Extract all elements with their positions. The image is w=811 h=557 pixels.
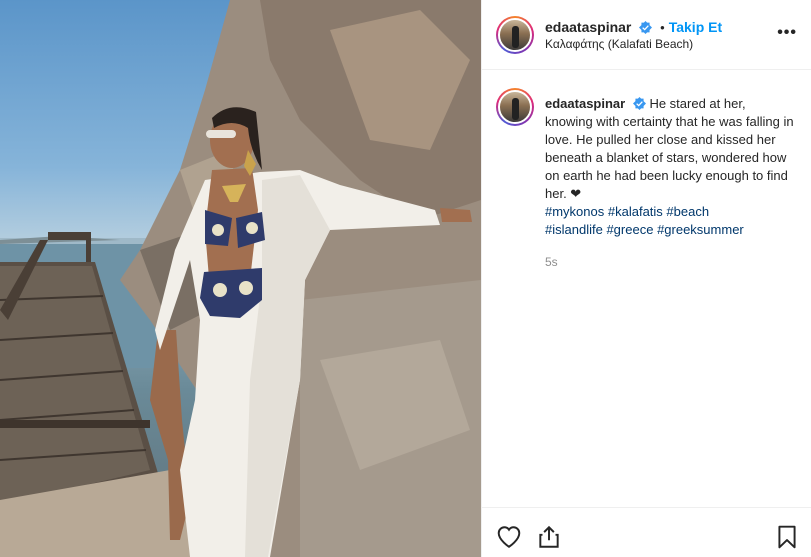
header-username[interactable]: edaataspinar (545, 19, 631, 35)
caption-text-block: edaataspinar He stared at her, knowing w… (545, 95, 795, 239)
post-photo[interactable] (0, 0, 481, 557)
hashtag-link[interactable]: #greeksummer (657, 222, 744, 237)
like-button[interactable] (496, 524, 522, 550)
hashtag-link[interactable]: #beach (666, 204, 709, 219)
bookmark-icon (778, 525, 796, 549)
more-options-icon[interactable]: ••• (777, 24, 797, 42)
heart-icon (497, 526, 521, 548)
caption-username[interactable]: edaataspinar (545, 96, 625, 111)
verified-badge-icon (639, 21, 653, 34)
photo-illustration (0, 0, 481, 557)
verified-badge-icon (632, 97, 646, 110)
caption-text: He stared at her, knowing with certainty… (545, 96, 794, 201)
save-button[interactable] (774, 524, 800, 550)
follow-button[interactable]: Takip Et (669, 19, 722, 35)
hashtag-link[interactable]: #kalafatis (608, 204, 663, 219)
post-timestamp[interactable]: 5s (545, 255, 558, 269)
hashtag-link[interactable]: #greece (606, 222, 653, 237)
action-bar (482, 507, 811, 557)
hashtag-link[interactable]: #mykonos (545, 204, 604, 219)
header-separator: • (660, 20, 665, 35)
caption-avatar[interactable] (496, 88, 534, 126)
post-details-panel: edaataspinar • Takip Et Καλαφάτης (Kalafa… (481, 0, 811, 557)
avatar[interactable] (496, 16, 534, 54)
location-link[interactable]: Καλαφάτης (Kalafati Beach) (545, 37, 693, 51)
post-header: edaataspinar • Takip Et Καλαφάτης (Kalafa… (482, 0, 811, 70)
share-icon (539, 525, 559, 548)
header-name-line: edaataspinar • Takip Et (545, 19, 722, 35)
share-button[interactable] (536, 524, 562, 550)
hashtag-link[interactable]: #islandlife (545, 222, 603, 237)
